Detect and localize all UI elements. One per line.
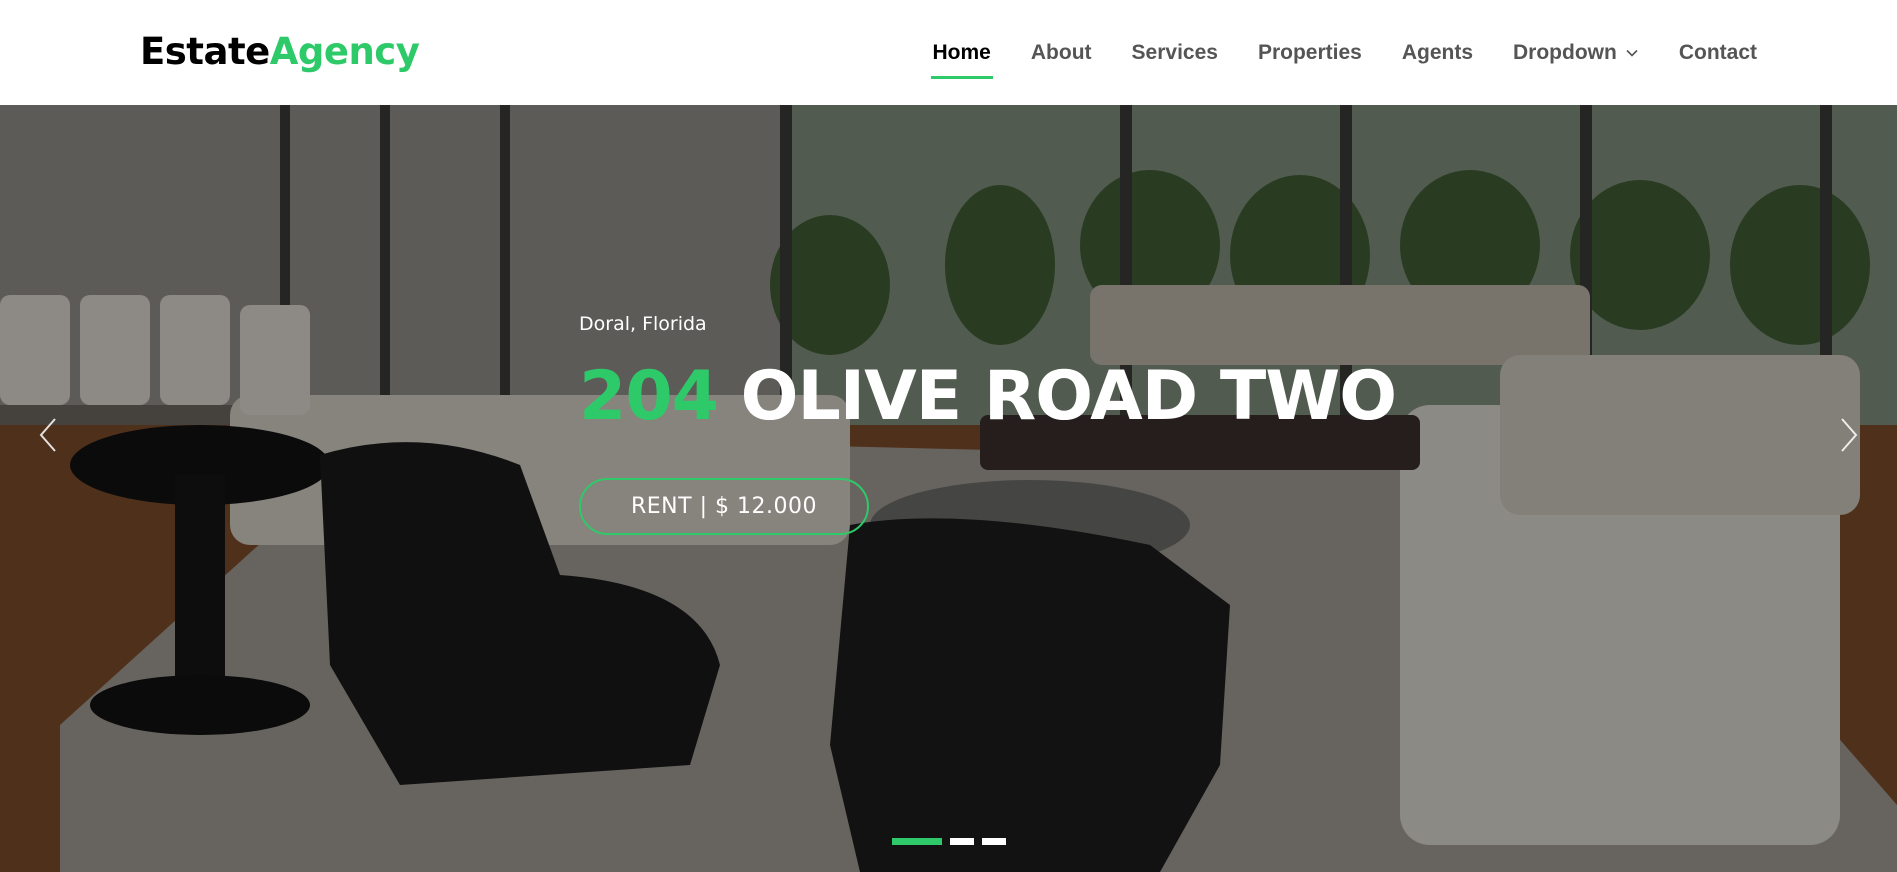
nav-dropdown-label: Dropdown [1513, 40, 1617, 64]
property-location: Doral, Florida [579, 313, 707, 335]
chevron-left-icon [39, 418, 56, 452]
chevron-right-icon [1841, 418, 1858, 452]
property-title: 204 OLIVE ROAD TWO [579, 357, 1397, 436]
hero-carousel: Doral, Florida 204 OLIVE ROAD TWO RENT |… [0, 105, 1897, 872]
navbar: EstateAgency Home About Services Propert… [0, 0, 1897, 105]
nav-link-home[interactable]: Home [930, 41, 994, 79]
nav-link-properties[interactable]: Properties [1258, 41, 1362, 65]
nav-link-agents[interactable]: Agents [1402, 41, 1473, 65]
hero-caption: Doral, Florida 204 OLIVE ROAD TWO RENT |… [579, 313, 1397, 535]
carousel-prev-button[interactable] [33, 415, 63, 455]
property-street: OLIVE ROAD TWO [740, 357, 1397, 436]
carousel-next-button[interactable] [1834, 415, 1864, 455]
chevron-down-icon [1626, 49, 1638, 57]
main-nav: Home About Services Properties Agents Dr… [893, 0, 1757, 105]
brand-logo[interactable]: EstateAgency [140, 30, 420, 73]
brand-name-part1: Estate [140, 30, 270, 73]
nav-dropdown-toggle[interactable]: Dropdown [1513, 41, 1639, 65]
carousel-indicator-1[interactable] [892, 838, 942, 845]
nav-link-services[interactable]: Services [1132, 41, 1218, 65]
carousel-indicator-3[interactable] [982, 838, 1006, 845]
property-number: 204 [579, 357, 719, 436]
brand-name-part2: Agency [269, 30, 420, 73]
rent-price-button[interactable]: RENT | $ 12.000 [579, 478, 869, 535]
nav-link-about[interactable]: About [1031, 41, 1092, 65]
carousel-indicators [892, 838, 1006, 845]
nav-link-contact[interactable]: Contact [1679, 41, 1757, 65]
carousel-indicator-2[interactable] [950, 838, 974, 845]
